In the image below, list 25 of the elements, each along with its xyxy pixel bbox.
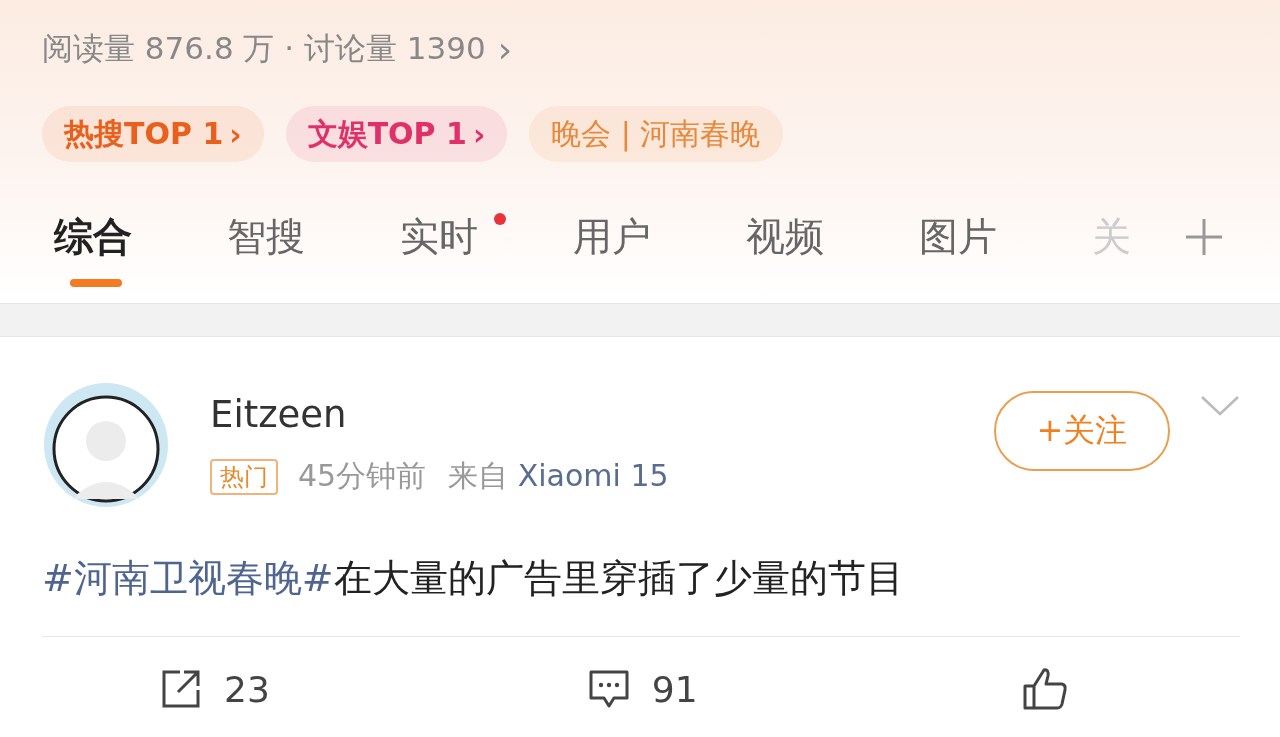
- tab[interactable]: 图片: [919, 207, 1092, 267]
- post-text: #河南卫视春晚#在大量的广告里穿插了少量的节目: [42, 555, 905, 602]
- tab[interactable]: 智搜: [227, 207, 400, 267]
- share-count: 23: [224, 668, 270, 710]
- comment-count: 91: [651, 668, 698, 710]
- avatar[interactable]: [42, 381, 170, 509]
- author-name[interactable]: Eitzeen: [210, 393, 994, 436]
- hot-badge: 热门: [210, 458, 278, 495]
- active-tab-indicator: [70, 279, 122, 287]
- notification-dot: [494, 213, 506, 225]
- comment-icon[interactable]: [587, 668, 630, 710]
- topic-stats: 阅读量 876.8 万 · 讨论量 1390: [42, 29, 486, 68]
- share-icon[interactable]: [160, 668, 202, 710]
- topic-chip[interactable]: 文娱TOP 1 ›: [285, 106, 508, 162]
- tab[interactable]: 视频: [746, 207, 919, 267]
- thumbs-up-icon[interactable]: [1021, 667, 1068, 711]
- tab[interactable]: 实时: [400, 207, 573, 267]
- tab[interactable]: 用户: [573, 207, 746, 267]
- post-source: 来自 Xiaomi 15: [448, 457, 669, 495]
- post-time: 45分钟前: [298, 457, 427, 495]
- add-icon[interactable]: [1184, 217, 1224, 257]
- tab[interactable]: 综合: [54, 207, 227, 267]
- chevron-link[interactable]: ›: [497, 28, 513, 70]
- topic-chip[interactable]: 热搜TOP 1 ›: [42, 106, 264, 162]
- hashtag-link[interactable]: #河南卫视春晚#: [42, 556, 334, 600]
